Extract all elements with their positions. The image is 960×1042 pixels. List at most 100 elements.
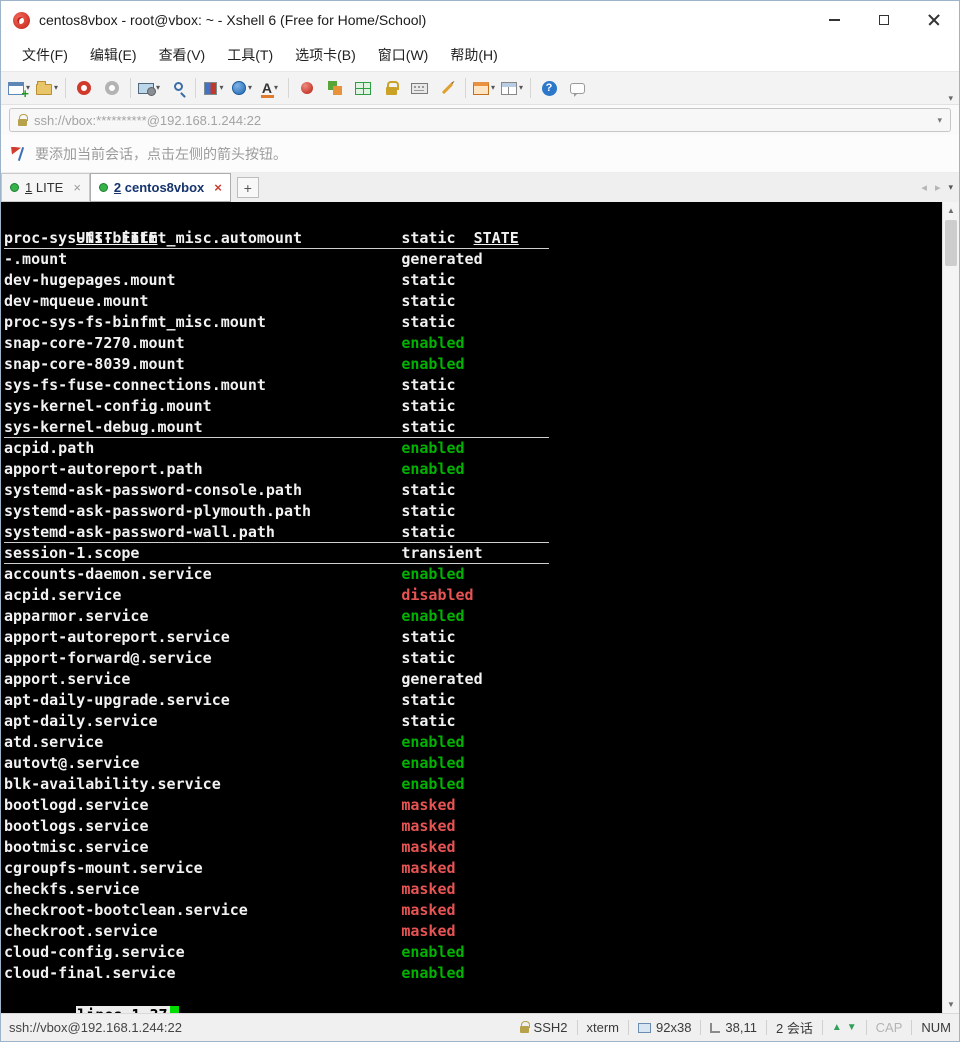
chevron-down-icon[interactable]: ▾ — [519, 84, 523, 92]
status-separator — [766, 1020, 767, 1035]
close-icon — [928, 14, 940, 26]
toolbar: ▾ ▾ ▾ ▾ ▾ A▾ ▾ ▾ ? ▾ — [1, 71, 959, 105]
scrollbar-thumb[interactable] — [945, 220, 957, 266]
unit-state: static — [401, 649, 455, 667]
scrollbar-track[interactable] — [943, 219, 959, 996]
chevron-down-icon[interactable]: ▾ — [156, 84, 160, 92]
address-input[interactable]: ssh://vbox:**********@192.168.1.244:22 ▾ — [9, 108, 951, 132]
maximize-button[interactable] — [859, 1, 909, 39]
new-file-transfer-button[interactable]: ▾ — [201, 75, 227, 101]
file-transfer-icon — [204, 82, 217, 95]
transfer-window-button[interactable] — [350, 75, 376, 101]
tab-close-icon[interactable]: × — [214, 180, 222, 195]
feedback-button[interactable] — [564, 75, 590, 101]
windows-button[interactable]: ▾ — [471, 75, 497, 101]
unit-file-name: sys-fs-fuse-connections.mount — [4, 375, 401, 396]
terminal-row: systemd-ask-password-wall.pathstatic — [4, 522, 942, 543]
unit-file-name: sys-kernel-debug.mount — [4, 417, 401, 438]
arrow-up-icon[interactable]: ▲ — [832, 1022, 842, 1033]
agent-button[interactable] — [322, 75, 348, 101]
help-button[interactable]: ? — [536, 75, 562, 101]
minimize-button[interactable] — [809, 1, 859, 39]
tab-scroll-right-icon[interactable]: ▸ — [935, 181, 941, 194]
terminal-screen[interactable]: UNIT FILESTATE proc-sys-fs-binfmt_misc.a… — [1, 202, 942, 1013]
tab-lite[interactable]: 1 LITE × — [1, 173, 90, 202]
unit-state: enabled — [401, 943, 464, 961]
menu-bar: 文件(F) 编辑(E) 查看(V) 工具(T) 选项卡(B) 窗口(W) 帮助(… — [1, 39, 959, 71]
terminal-rows: proc-sys-fs-binfmt_misc.automountstatic-… — [4, 228, 942, 984]
unit-file-name: snap-core-7270.mount — [4, 333, 401, 354]
new-session-button[interactable]: ▾ — [6, 75, 32, 101]
unit-state: enabled — [401, 334, 464, 352]
scroll-up-icon[interactable]: ▲ — [943, 202, 959, 219]
tab-label: 1 LITE — [25, 180, 63, 195]
menu-tools[interactable]: 工具(T) — [216, 41, 284, 69]
terminal-row: apparmor.serviceenabled — [4, 606, 942, 627]
terminal-row: snap-core-7270.mountenabled — [4, 333, 942, 354]
close-button[interactable] — [909, 1, 959, 39]
unit-file-name: systemd-ask-password-plymouth.path — [4, 501, 401, 522]
unit-state: enabled — [401, 607, 464, 625]
flag-icon — [11, 146, 27, 162]
tile-layout-button[interactable]: ▾ — [499, 75, 525, 101]
font-color-button[interactable]: A▾ — [257, 75, 283, 101]
terminal-row: checkroot.servicemasked — [4, 921, 942, 942]
unit-state: static — [401, 271, 455, 289]
unit-state: static — [401, 481, 455, 499]
menu-tab[interactable]: 选项卡(B) — [284, 41, 367, 69]
unit-file-name: sys-kernel-config.mount — [4, 396, 401, 417]
unit-state: enabled — [401, 439, 464, 457]
globe-icon — [232, 81, 246, 95]
menu-file[interactable]: 文件(F) — [11, 41, 79, 69]
tab-centos8vbox[interactable]: 2 centos8vbox × — [90, 173, 231, 202]
reconnect-button[interactable] — [99, 75, 125, 101]
address-bar: ssh://vbox:**********@192.168.1.244:22 ▾ — [1, 105, 959, 135]
agent-icon — [328, 81, 342, 95]
session-properties-button[interactable]: ▾ — [136, 75, 162, 101]
unit-state: static — [401, 376, 455, 394]
lock-screen-button[interactable] — [378, 75, 404, 101]
compose-button[interactable] — [434, 75, 460, 101]
web-browser-button[interactable]: ▾ — [229, 75, 255, 101]
chevron-down-icon[interactable]: ▾ — [491, 84, 495, 92]
layout-grid-icon — [501, 82, 517, 95]
screen-size-icon — [638, 1023, 651, 1033]
menu-window[interactable]: 窗口(W) — [367, 41, 440, 69]
toolbar-overflow-caret[interactable]: ▾ — [948, 93, 955, 104]
disconnect-button[interactable] — [71, 75, 97, 101]
menu-edit[interactable]: 编辑(E) — [79, 41, 148, 69]
tab-list-caret[interactable]: ▾ — [948, 182, 953, 193]
tab-scroll-left-icon[interactable]: ◂ — [921, 181, 927, 194]
record-button[interactable] — [294, 75, 320, 101]
scroll-down-icon[interactable]: ▼ — [943, 996, 959, 1013]
chevron-down-icon[interactable]: ▾ — [274, 84, 278, 92]
virtual-keyboard-button[interactable] — [406, 75, 432, 101]
unit-file-name: cgroupfs-mount.service — [4, 858, 401, 879]
find-button[interactable] — [164, 75, 190, 101]
menu-help[interactable]: 帮助(H) — [439, 41, 508, 69]
address-dropdown-caret[interactable]: ▾ — [937, 115, 942, 126]
terminal-area: UNIT FILESTATE proc-sys-fs-binfmt_misc.a… — [1, 202, 959, 1013]
unit-file-name: apt-daily-upgrade.service — [4, 690, 401, 711]
unit-file-name: proc-sys-fs-binfmt_misc.mount — [4, 312, 401, 333]
record-icon — [301, 82, 313, 94]
terminal-row: sys-kernel-debug.mountstatic — [4, 417, 942, 438]
arrow-down-icon[interactable]: ▼ — [847, 1022, 857, 1033]
chevron-down-icon[interactable]: ▾ — [248, 84, 252, 92]
scrollbar[interactable]: ▲ ▼ — [942, 202, 959, 1013]
unit-state: enabled — [401, 775, 464, 793]
unit-file-name: bootmisc.service — [4, 837, 401, 858]
terminal-row: cloud-config.serviceenabled — [4, 942, 942, 963]
menu-view[interactable]: 查看(V) — [148, 41, 217, 69]
chevron-down-icon[interactable]: ▾ — [219, 84, 223, 92]
address-value: ssh://vbox:**********@192.168.1.244:22 — [34, 113, 261, 128]
caps-lock-indicator: CAP — [876, 1020, 903, 1035]
new-tab-button[interactable]: + — [237, 177, 259, 198]
unit-file-name: bootlogs.service — [4, 816, 401, 837]
open-session-button[interactable]: ▾ — [34, 75, 60, 101]
tab-close-icon[interactable]: × — [73, 180, 81, 195]
terminal-row: bootlogd.servicemasked — [4, 795, 942, 816]
unit-file-name: checkroot.service — [4, 921, 401, 942]
chevron-down-icon[interactable]: ▾ — [54, 84, 58, 92]
unit-file-name: bootlogd.service — [4, 795, 401, 816]
